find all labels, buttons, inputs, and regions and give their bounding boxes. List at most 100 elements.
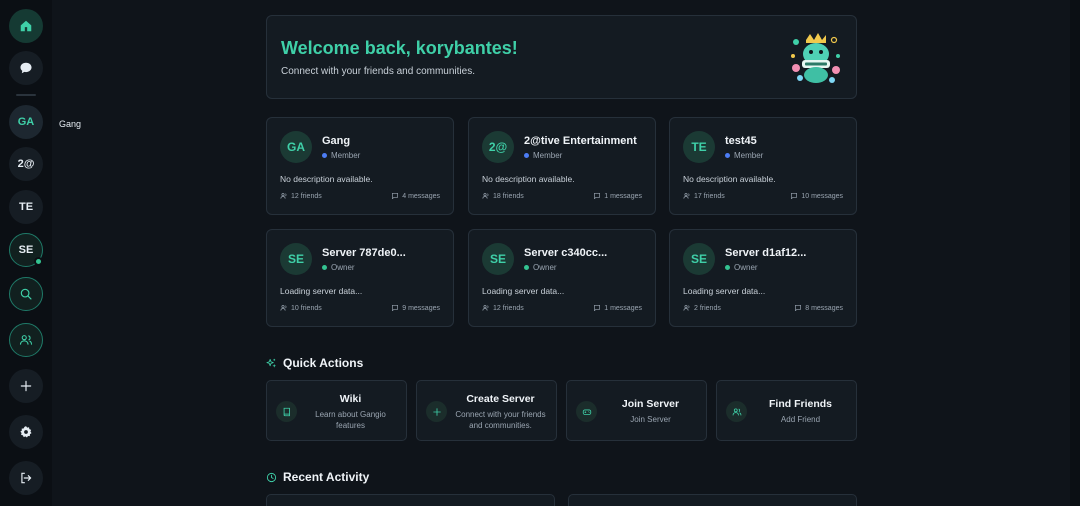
role-status-dot xyxy=(524,265,529,270)
server-description: Loading server data... xyxy=(482,286,565,296)
friends-label: 12 friends xyxy=(493,304,524,312)
friends-count: 12 friends xyxy=(280,192,322,200)
server-icon-se[interactable]: SE xyxy=(9,233,43,267)
qa-text: Find Friends Add Friend xyxy=(751,398,850,425)
users-icon xyxy=(19,335,33,345)
friends-label: 12 friends xyxy=(291,192,322,200)
role-status-dot xyxy=(725,153,730,158)
role-label: Owner xyxy=(331,263,355,272)
server-initials: SE xyxy=(18,244,34,256)
server-role: Member xyxy=(322,151,360,160)
server-card[interactable]: SE Server d1af12... Owner Loading server… xyxy=(669,229,857,327)
users-icon xyxy=(482,305,489,311)
messages-count: 10 messages xyxy=(790,192,843,200)
qa-text: Join Server Join Server xyxy=(601,398,700,425)
chat-bubble-icon xyxy=(20,62,32,74)
add-server-button[interactable] xyxy=(9,369,43,403)
server-name: Gang xyxy=(322,135,351,147)
friends-label: 18 friends xyxy=(493,192,524,200)
qa-icon-wrap xyxy=(726,401,747,422)
clock-icon xyxy=(266,472,277,482)
qa-subtitle: Add Friend xyxy=(780,415,821,424)
server-role: Member xyxy=(524,151,562,160)
logout-button[interactable] xyxy=(9,461,43,495)
server-icon-test45[interactable]: TE xyxy=(9,190,43,224)
server-icon-gang[interactable]: GA xyxy=(9,105,43,139)
users-icon xyxy=(683,193,690,199)
friends-label: 17 friends xyxy=(694,192,725,200)
recent-activity-heading: Recent Activity xyxy=(266,470,369,484)
friends-count: 17 friends xyxy=(683,192,725,200)
server-initials: 2@ xyxy=(17,158,35,170)
messages-label: 10 messages xyxy=(801,192,843,200)
message-icon xyxy=(392,193,399,199)
role-label: Owner xyxy=(734,263,758,272)
recent-activity-card xyxy=(568,494,857,506)
home-icon xyxy=(20,20,32,32)
role-label: Member xyxy=(331,151,361,160)
explore-button[interactable] xyxy=(9,277,43,311)
qa-icon-wrap xyxy=(426,401,447,422)
server-card[interactable]: SE Server 787de0... Owner Loading server… xyxy=(266,229,454,327)
role-status-dot xyxy=(322,153,327,158)
messages-count: 1 messages xyxy=(593,304,642,312)
users-icon xyxy=(732,407,741,415)
qa-title: Find Friends xyxy=(769,398,832,410)
friends-label: 10 friends xyxy=(291,304,322,312)
friends-count: 12 friends xyxy=(482,304,524,312)
server-name: Server 787de0... xyxy=(322,247,406,259)
server-card[interactable]: TE test45 Member No description availabl… xyxy=(669,117,857,215)
welcome-subtitle: Connect with your friends and communitie… xyxy=(281,66,475,77)
server-name: Server d1af12... xyxy=(725,247,807,259)
friends-count: 10 friends xyxy=(280,304,322,312)
quick-action-wiki[interactable]: Wiki Learn about Gangio features xyxy=(266,380,407,441)
server-role: Member xyxy=(725,151,763,160)
server-avatar: TE xyxy=(683,131,715,163)
server-icon-2tive[interactable]: 2@ xyxy=(9,147,43,181)
role-label: Member xyxy=(533,151,563,160)
friends-label: 2 friends xyxy=(694,304,721,312)
users-icon xyxy=(280,305,287,311)
server-description: Loading server data... xyxy=(683,286,766,296)
server-card[interactable]: 2@ 2@tive Entertainment Member No descri… xyxy=(468,117,656,215)
role-status-dot xyxy=(524,153,529,158)
server-role: Owner xyxy=(322,263,355,272)
recent-activity-card xyxy=(266,494,555,506)
server-avatar: SE xyxy=(280,243,312,275)
settings-button[interactable] xyxy=(9,415,43,449)
qa-title: Wiki xyxy=(339,393,362,405)
messages-label: 9 messages xyxy=(402,304,440,312)
quick-action-join-server[interactable]: Join Server Join Server xyxy=(566,380,707,441)
message-icon xyxy=(795,305,802,311)
section-title-label: Quick Actions xyxy=(283,356,364,370)
home-button[interactable] xyxy=(9,9,43,43)
messages-count: 8 messages xyxy=(794,304,843,312)
server-description: No description available. xyxy=(482,174,575,184)
server-card[interactable]: SE Server c340cc... Owner Loading server… xyxy=(468,229,656,327)
quick-action-create-server[interactable]: Create Server Connect with your friends … xyxy=(416,380,557,441)
server-role: Owner xyxy=(524,263,557,272)
qa-title: Create Server xyxy=(466,393,535,405)
server-card[interactable]: GA Gang Member No description available.… xyxy=(266,117,454,215)
gear-icon xyxy=(20,426,32,438)
users-icon xyxy=(482,193,489,199)
role-label: Owner xyxy=(533,263,557,272)
book-icon xyxy=(283,407,290,416)
direct-messages-button[interactable] xyxy=(9,51,43,85)
welcome-mascot-illustration xyxy=(791,33,840,83)
quick-action-find-friends[interactable]: Find Friends Add Friend xyxy=(716,380,857,441)
message-icon xyxy=(791,193,798,199)
messages-count: 4 messages xyxy=(391,192,440,200)
plus-icon xyxy=(432,407,441,416)
sparkles-icon xyxy=(266,358,277,368)
users-icon xyxy=(683,305,690,311)
sidebar-divider xyxy=(16,94,36,96)
section-title-label: Recent Activity xyxy=(283,470,370,484)
server-initials: TE xyxy=(18,201,34,213)
qa-text: Create Server Connect with your friends … xyxy=(451,393,550,431)
server-avatar: SE xyxy=(683,243,715,275)
plus-icon xyxy=(20,380,32,392)
messages-count: 1 messages xyxy=(593,192,642,200)
friends-button[interactable] xyxy=(9,323,43,357)
messages-label: 4 messages xyxy=(402,192,440,200)
